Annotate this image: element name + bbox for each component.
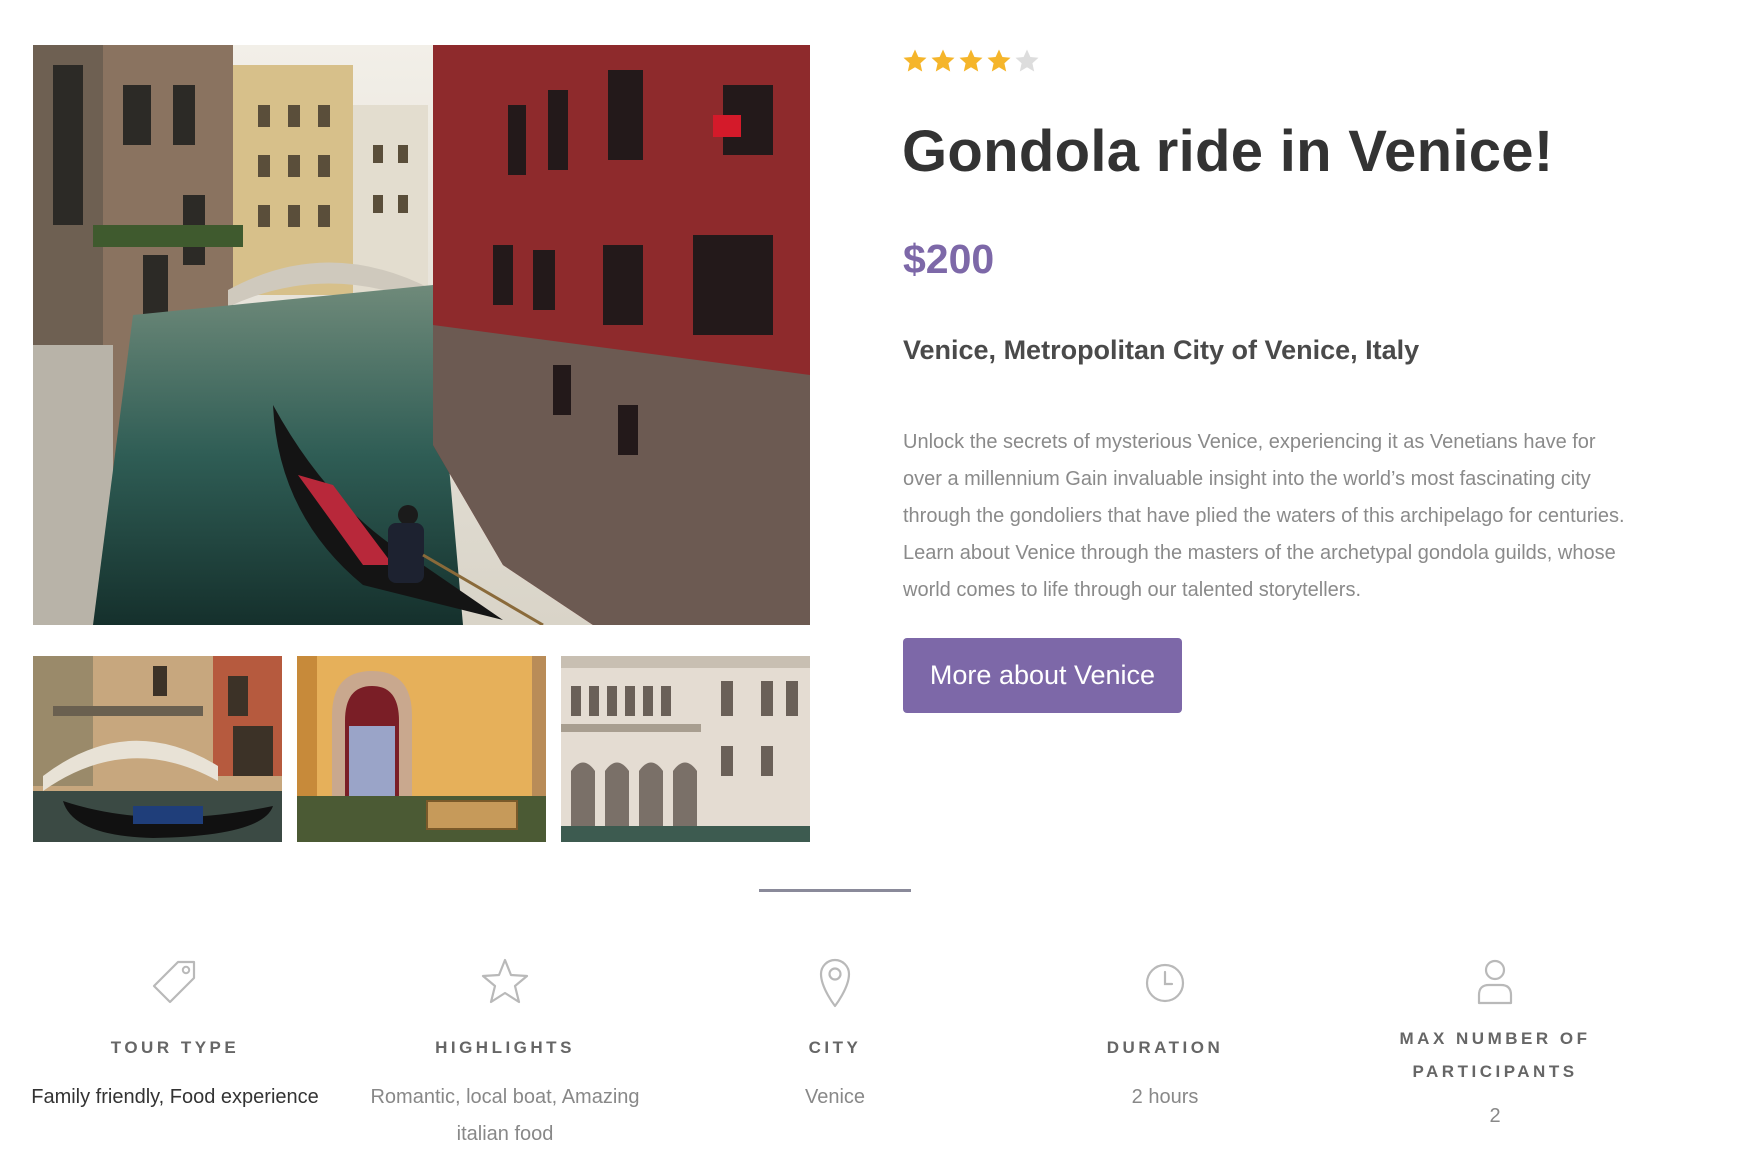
clock-icon [1145,963,1185,1003]
detail-label: HIGHLIGHTS [435,1038,575,1057]
gallery-thumbnail-bridge-gondola[interactable] [33,656,282,842]
detail-value: Family friendly, Food experience [31,1086,319,1108]
tour-title: Gondola ride in Venice! [902,119,1554,184]
detail-value: 2 [1489,1105,1501,1127]
tour-location: Venice, Metropolitan City of Venice, Ita… [903,335,1420,365]
tour-price: $200 [903,236,995,282]
user-icon [1477,959,1513,1005]
detail-value: Romantic, local boat, Amazing italian fo… [370,1086,640,1145]
detail-label: DURATION [1106,1038,1224,1057]
detail-max-participants: MAX NUMBER OF PARTICIPANTS 2 [1345,955,1645,1135]
detail-value: Venice [804,1086,866,1108]
star-rating [902,48,1040,74]
section-divider [759,889,911,892]
detail-highlights: HIGHLIGHTS Romantic, local boat, Amazing… [355,955,655,1153]
tour-details: TOUR TYPE Family friendly, Food experien… [0,955,1738,1156]
gondola-bridge-image [33,656,282,842]
gallery-thumbnail-window[interactable] [297,656,546,842]
gallery-thumbnail-palace[interactable] [561,656,810,842]
yellow-window-image [297,656,546,842]
detail-label: CITY [808,1038,862,1057]
star-filled-icon [931,49,955,72]
star-filled-icon [987,49,1011,72]
detail-tour-type: TOUR TYPE Family friendly, Food experien… [25,955,325,1116]
map-pin-icon [819,958,851,1008]
more-about-venice-button[interactable]: More about Venice [903,638,1182,713]
venice-canal-image [33,45,810,625]
star-filled-icon [903,49,927,72]
detail-city: CITY Venice [685,955,985,1116]
star-filled-icon [959,49,983,72]
venetian-palace-image [561,656,810,842]
tag-icon [152,960,196,1004]
tour-description: Unlock the secrets of mysterious Venice,… [903,431,1625,601]
detail-value: 2 hours [1131,1086,1199,1108]
detail-label: TOUR TYPE [110,1038,240,1057]
detail-label: MAX NUMBER OF PARTICIPANTS [1399,1029,1591,1081]
star-icon [481,958,529,1004]
star-empty-icon [1015,49,1039,72]
detail-duration: DURATION 2 hours [1015,955,1315,1116]
main-tour-photo[interactable] [33,45,810,625]
